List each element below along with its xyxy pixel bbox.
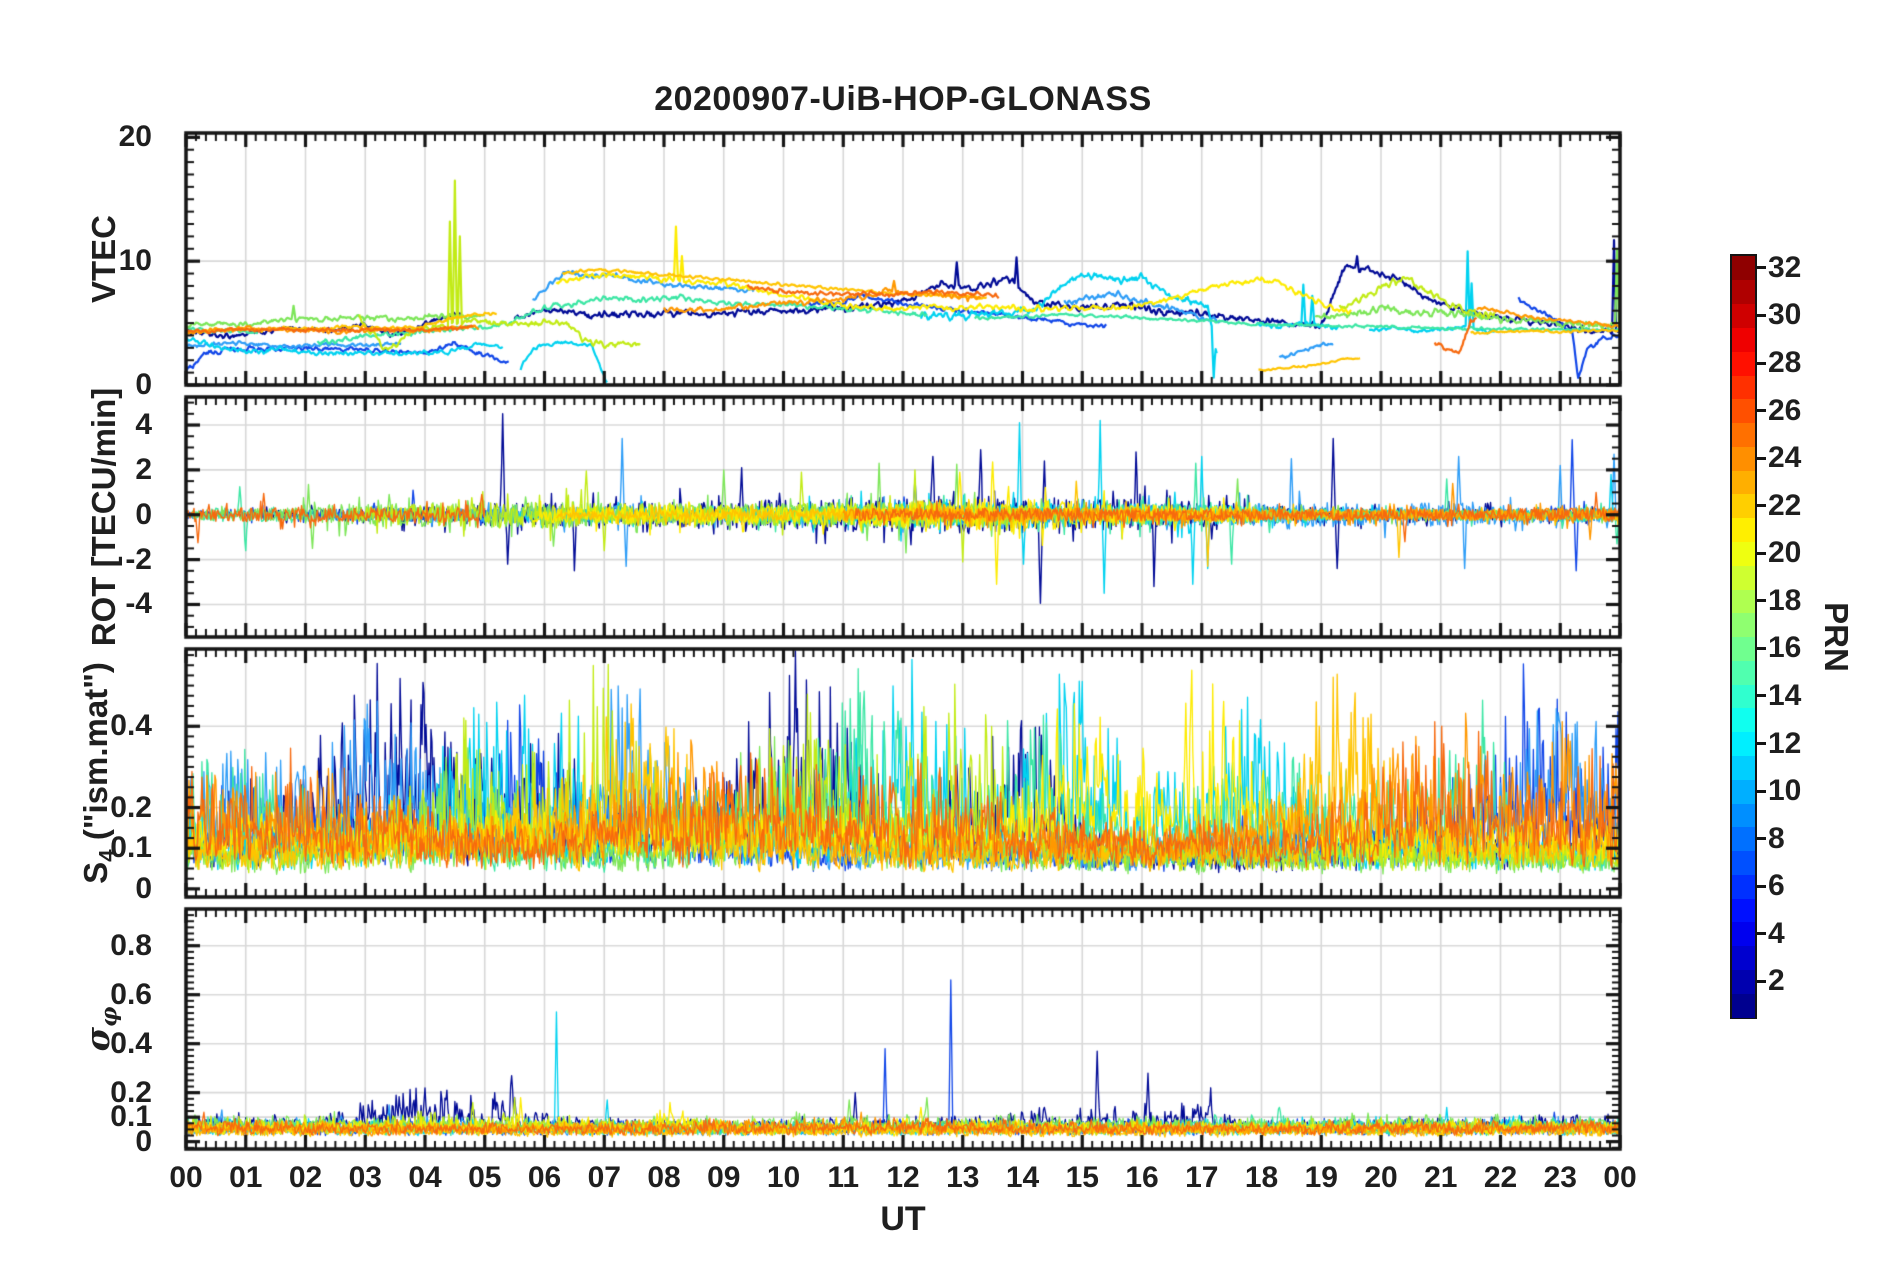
colorbar-block: [1732, 541, 1755, 566]
colorbar-tick-label: 20: [1768, 536, 1802, 570]
y-tick-label: 0: [135, 368, 152, 401]
y-tick-label: -4: [125, 587, 152, 621]
colorbar-block: [1732, 874, 1755, 899]
colorbar-tick: [1757, 361, 1766, 365]
colorbar-tick: [1757, 551, 1766, 555]
colorbar-tick: [1757, 932, 1766, 936]
y-tick-label: 0.2: [110, 1075, 152, 1109]
colorbar-tick: [1757, 884, 1766, 888]
colorbar-tick: [1757, 979, 1766, 983]
colorbar-block: [1732, 493, 1755, 519]
colorbar-tick-label: 4: [1768, 916, 1785, 950]
colorbar-block: [1732, 422, 1755, 447]
colorbar-block: [1732, 446, 1755, 471]
y-tick-label: 0.6: [110, 977, 152, 1011]
colorbar-block: [1732, 707, 1755, 733]
colorbar-block: [1732, 612, 1755, 638]
colorbar-block: [1732, 850, 1755, 875]
colorbar-block: [1732, 517, 1755, 542]
colorbar-tick: [1757, 646, 1766, 650]
y-tick-label: 0.4: [110, 709, 152, 743]
colorbar-block: [1732, 779, 1755, 804]
colorbar-tick: [1757, 599, 1766, 603]
colorbar-block: [1732, 731, 1755, 756]
colorbar-block: [1732, 398, 1755, 424]
figure: 20200907-UiB-HOP-GLONASS VTEC ROT [TECU/…: [0, 0, 1902, 1272]
colorbar-tick-label: 8: [1768, 821, 1785, 855]
colorbar-tick: [1757, 266, 1766, 270]
colorbar-tick: [1757, 456, 1766, 460]
colorbar-tick-label: 26: [1768, 393, 1802, 427]
colorbar-tick-label: 16: [1768, 631, 1802, 665]
colorbar-block: [1732, 303, 1755, 328]
colorbar-block: [1732, 279, 1755, 305]
y-tick-label: 0.2: [110, 790, 152, 824]
colorbar-tick-label: 10: [1768, 774, 1802, 808]
colorbar-tick-label: 6: [1768, 869, 1785, 903]
colorbar-tick: [1757, 742, 1766, 746]
colorbar-tick-label: 28: [1768, 346, 1802, 380]
colorbar-block: [1732, 802, 1755, 828]
colorbar-tick: [1757, 504, 1766, 508]
colorbar-block: [1732, 470, 1755, 495]
colorbar-block: [1732, 921, 1755, 947]
colorbar-tick-label: 12: [1768, 726, 1802, 760]
colorbar-tick-label: 24: [1768, 441, 1802, 475]
colorbar-tick-label: 2: [1768, 964, 1785, 998]
colorbar-tick: [1757, 313, 1766, 317]
colorbar-tick-label: 22: [1768, 488, 1802, 522]
colorbar-tick: [1757, 694, 1766, 698]
colorbar-tick-label: 14: [1768, 678, 1802, 712]
colorbar-tick: [1757, 409, 1766, 413]
y-tick-label: -2: [125, 542, 152, 576]
colorbar-block: [1732, 898, 1755, 923]
y-tick-label: 0.8: [110, 928, 152, 962]
colorbar-block: [1732, 993, 1755, 1018]
colorbar-tick: [1757, 837, 1766, 841]
colorbar-block: [1732, 351, 1755, 376]
colorbar-tick-label: 30: [1768, 298, 1802, 332]
vtec-plot-canvas: [180, 127, 1626, 391]
colorbar-block: [1732, 565, 1755, 590]
y-tick-label: 4: [135, 408, 152, 442]
colorbar-block: [1732, 256, 1755, 281]
sigma_phi-plot-canvas: [180, 903, 1626, 1155]
y-tick-label: 0.4: [110, 1026, 152, 1060]
colorbar-block: [1732, 636, 1755, 661]
rot-plot-canvas: [180, 391, 1626, 643]
y-tick-label: 0.1: [110, 831, 152, 865]
y-tick-label: 0: [135, 871, 152, 905]
colorbar-block: [1732, 755, 1755, 780]
y-tick-label: 2: [135, 452, 152, 486]
colorbar-tick-label: 18: [1768, 583, 1802, 617]
colorbar-block: [1732, 684, 1755, 709]
y-tick-label: 20: [118, 120, 152, 154]
y-tick-label: 10: [118, 244, 152, 278]
s4-plot-canvas: [180, 643, 1626, 903]
colorbar-tick: [1757, 789, 1766, 793]
colorbar-block: [1732, 374, 1755, 400]
colorbar-block: [1732, 588, 1755, 614]
colorbar-block: [1732, 969, 1755, 994]
x-tick-label: 00: [1603, 1161, 1637, 1194]
y-tick-label: 0: [135, 497, 152, 531]
colorbar-block: [1732, 327, 1755, 352]
chart-title: 20200907-UiB-HOP-GLONASS: [654, 80, 1152, 118]
x-axis-label: UT: [880, 1200, 926, 1238]
colorbar-block: [1732, 826, 1755, 852]
colorbar-tick-label: 32: [1768, 250, 1802, 284]
colorbar-block: [1732, 660, 1755, 685]
colorbar-block: [1732, 945, 1755, 971]
